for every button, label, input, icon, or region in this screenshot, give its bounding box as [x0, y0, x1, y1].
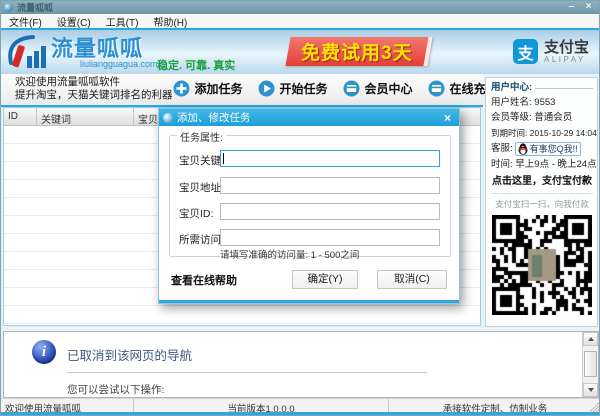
triangle-down-icon	[588, 388, 594, 392]
scroll-up-button[interactable]	[583, 332, 598, 346]
scan-hint: 支付宝扫一扫，向我付款	[491, 198, 593, 210]
status-left: 欢迎使用流量呱呱	[1, 399, 134, 413]
dialog-title-bar: 添加、修改任务 ×	[159, 109, 459, 126]
expire-value: 2015-10-29 14:04	[530, 128, 597, 138]
dialog-close-button[interactable]: ×	[440, 112, 455, 124]
dialog-bottom-accent	[159, 300, 459, 303]
username-label: 用户姓名:	[491, 97, 532, 108]
menu-tools[interactable]: 工具(T)	[106, 14, 139, 29]
title-bar: 流量呱呱 – ×	[1, 1, 599, 14]
scroll-down-button[interactable]	[583, 383, 598, 397]
expire-label: 到期时间:	[491, 128, 527, 138]
visits-input[interactable]	[220, 229, 440, 246]
minimize-button[interactable]: –	[564, 2, 579, 13]
menu-help[interactable]: 帮助(H)	[153, 14, 187, 29]
member-center-button[interactable]: 会员中心	[343, 80, 413, 97]
resize-grip[interactable]	[590, 402, 600, 412]
info-icon: i	[32, 340, 56, 364]
item-id-label: 宝贝ID:	[179, 206, 213, 221]
sidebar-divider	[491, 193, 593, 194]
column-header-id[interactable]: ID	[4, 108, 37, 125]
member-center-label: 会员中心	[365, 80, 413, 97]
member-level-label: 会员等级:	[491, 112, 532, 123]
start-task-label: 开始任务	[280, 80, 328, 97]
add-task-label: 添加任务	[195, 80, 243, 97]
close-button[interactable]: ×	[581, 2, 596, 13]
table-row[interactable]	[4, 306, 480, 324]
logo-slogan: 稳定. 可靠. 真实	[157, 57, 235, 73]
item-address-input[interactable]	[220, 177, 440, 194]
ok-button[interactable]: 确定(Y)	[292, 270, 358, 289]
menu-file[interactable]: 文件(F)	[9, 14, 42, 29]
user-center-panel: 用户中心: 用户姓名: 9553 会员等级: 普通会员 到期时间: 2015-1…	[485, 77, 598, 327]
menu-bar: 文件(F) 设置(C) 工具(T) 帮助(H)	[1, 14, 599, 28]
app-icon	[4, 3, 13, 12]
alipay-qr-code	[492, 215, 592, 315]
alipay-logo: 支 支付宝 ALIPAY	[513, 39, 589, 64]
service-label: 客服:	[491, 143, 513, 155]
text-caret	[223, 153, 224, 164]
alipay-name: 支付宝	[544, 40, 589, 55]
card-icon	[343, 80, 360, 97]
status-bar: 欢迎使用流量呱呱 当前版本1.0.0.0 承接软件定制、仿制业务	[1, 398, 600, 413]
task-properties-legend: 任务属性:	[177, 129, 226, 144]
keyword-input[interactable]	[220, 150, 440, 167]
navigation-canceled-title: 已取消到该网页的导航	[67, 345, 192, 364]
browser-pane: i 已取消到该网页的导航 您可以尝试以下操作:	[3, 331, 599, 398]
free-trial-banner[interactable]: 免费试用3天	[285, 37, 432, 66]
username-value: 9553	[534, 97, 555, 108]
add-task-button[interactable]: 添加任务	[173, 80, 243, 97]
item-address-label: 宝贝地址:	[179, 180, 224, 195]
app-window: 流量呱呱 – × 文件(F) 设置(C) 工具(T) 帮助(H) 流量呱呱 li…	[0, 0, 600, 416]
status-right: 承接软件定制、仿制业务	[389, 399, 600, 413]
alipay-en: ALIPAY	[544, 56, 589, 64]
column-header-keyword[interactable]: 关键词	[37, 108, 134, 125]
card-icon	[428, 80, 445, 97]
qq-penguin-icon	[518, 143, 528, 155]
start-task-button[interactable]: 开始任务	[258, 80, 328, 97]
visits-hint: 请填写准确的访问量: 1 - 500之间	[220, 247, 359, 261]
welcome-line2: 提升淘宝，天猫关键词排名的利器	[15, 89, 173, 102]
add-task-dialog: 添加、修改任务 × 任务属性: 宝贝关键词: 宝贝地址: 宝贝ID: 所需访问量…	[158, 108, 460, 304]
error-suggestion: 您可以尝试以下操作:	[67, 382, 164, 397]
alipay-pay-link[interactable]: 点击这里，支付宝付款	[491, 176, 593, 188]
welcome-line1: 欢迎使用流量呱呱软件	[15, 76, 173, 89]
alipay-icon: 支	[513, 39, 538, 64]
welcome-text: 欢迎使用流量呱呱软件 提升淘宝，天猫关键词排名的利器	[15, 76, 173, 102]
header-banner: 流量呱呱 liuliangguagua.com 稳定. 可靠. 真实 免费试用3…	[1, 30, 599, 74]
window-bottom-accent	[1, 412, 599, 416]
dialog-title: 添加、修改任务	[177, 110, 251, 125]
play-icon	[258, 80, 275, 97]
logo-domain: liuliangguagua.com	[80, 59, 158, 69]
member-level-value: 普通会员	[534, 112, 572, 123]
service-time-label: 时间:	[491, 159, 513, 170]
qq-service-button[interactable]: 有事您Q我!!	[515, 142, 581, 156]
qq-service-label: 有事您Q我!!	[530, 143, 578, 155]
logo-icon	[5, 32, 51, 72]
status-version: 当前版本1.0.0.0	[134, 399, 389, 413]
window-title: 流量呱呱	[17, 1, 53, 14]
cancel-button[interactable]: 取消(C)	[377, 270, 447, 289]
item-id-input[interactable]	[220, 203, 440, 220]
online-help-link[interactable]: 查看在线帮助	[171, 272, 237, 288]
scrollbar-thumb[interactable]	[584, 351, 597, 377]
free-trial-label: 免费试用3天	[301, 38, 413, 65]
triangle-up-icon	[588, 337, 594, 341]
service-time-value: 早上9点 - 晚上24点	[515, 159, 596, 170]
menu-settings[interactable]: 设置(C)	[57, 14, 91, 29]
user-center-title: 用户中心:	[491, 82, 532, 94]
vertical-scrollbar[interactable]	[582, 332, 598, 397]
toolbar: 欢迎使用流量呱呱软件 提升淘宝，天猫关键词排名的利器 添加任务 开始任务	[1, 74, 483, 107]
dialog-icon	[163, 113, 173, 123]
plus-icon	[173, 80, 190, 97]
error-divider	[67, 372, 427, 373]
